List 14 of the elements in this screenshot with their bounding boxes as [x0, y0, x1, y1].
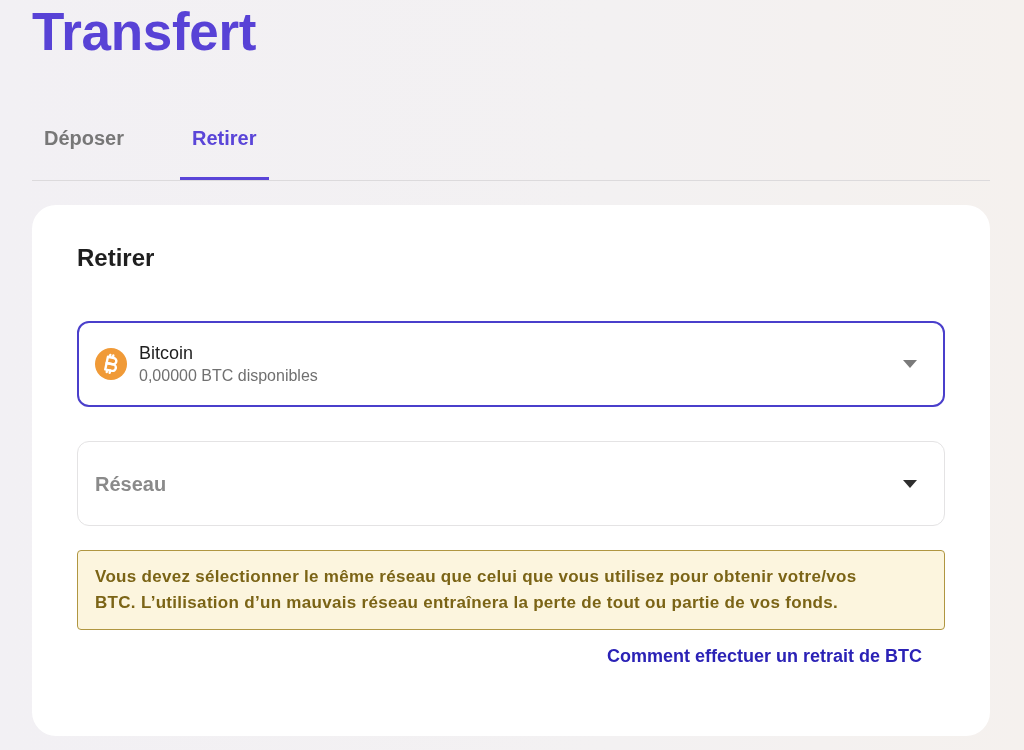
caret-icon [903, 360, 917, 368]
card-heading: Retirer [77, 243, 155, 273]
asset-select[interactable]: Bitcoin 0,00000 BTC disponibles [77, 321, 945, 407]
tab[interactable]: Déposer [32, 114, 137, 180]
asset-name: Bitcoin [139, 342, 194, 365]
warning-message: Vous devez sélectionner le même réseau que celui que vous utilisez pour obtenir votre/vos BTC. L’utilisation d’un mauvais réseau entraînera la perte de tout ou partie de vos fonds. [77, 550, 945, 630]
network-select[interactable]: Réseau [77, 441, 945, 526]
network-placeholder: Réseau [95, 471, 167, 497]
asset-balance: 0,00000 BTC disponibles [139, 366, 318, 386]
help-link[interactable]: Comment effectuer un retrait de BTC [606, 644, 922, 668]
tab[interactable]: Retirer [180, 114, 269, 180]
page-title: Transfert [32, 5, 257, 58]
caret-icon [903, 479, 917, 488]
bitcoin-icon [95, 348, 127, 380]
